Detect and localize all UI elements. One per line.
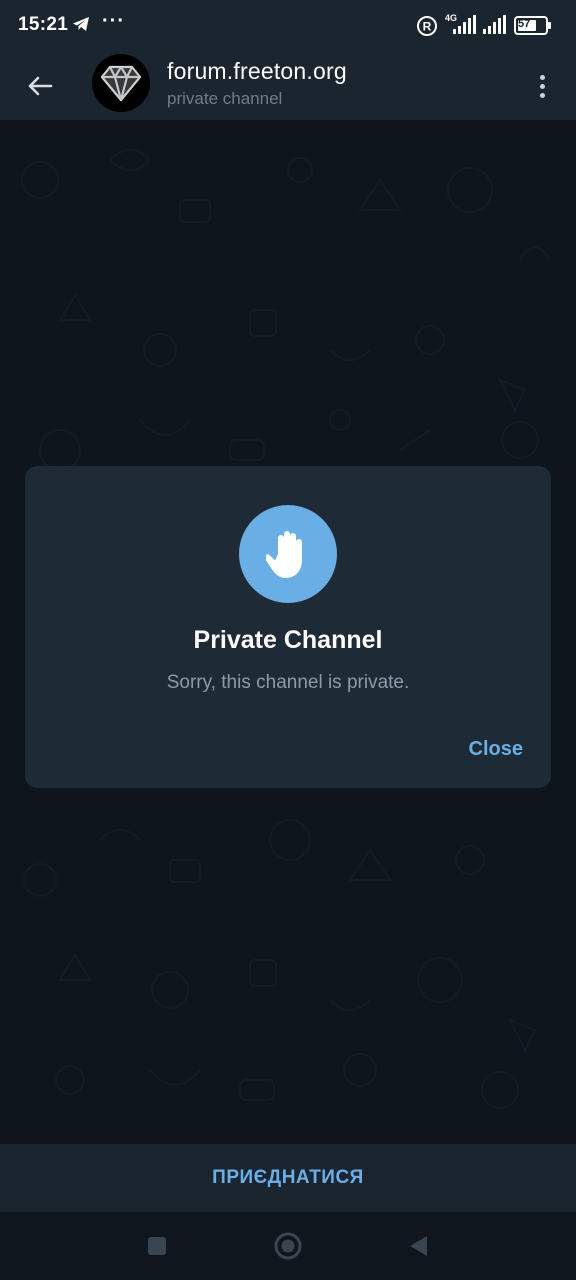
chat-header: forum.freeton.org private channel bbox=[0, 52, 576, 120]
registered-icon: R bbox=[416, 15, 438, 42]
recents-square-icon bbox=[148, 1237, 166, 1255]
dialog-message: Sorry, this channel is private. bbox=[166, 672, 410, 693]
private-channel-dialog: Private Channel Sorry, this channel is p… bbox=[25, 466, 551, 788]
telegram-screen: 15:21 ··· R 4G 57 forum.freeton.org priv… bbox=[0, 0, 576, 1280]
overflow-dots: ··· bbox=[102, 10, 125, 32]
signal-icon bbox=[482, 14, 508, 41]
telegram-icon bbox=[72, 16, 90, 37]
system-nav-bar bbox=[0, 1212, 576, 1280]
channel-avatar[interactable] bbox=[92, 54, 150, 112]
status-bar: 15:21 ··· R 4G 57 bbox=[0, 0, 576, 52]
recents-button[interactable] bbox=[141, 1230, 173, 1262]
hand-stop-icon bbox=[239, 505, 337, 603]
home-circle-icon bbox=[274, 1232, 302, 1260]
diamond-logo bbox=[92, 54, 150, 112]
battery-level: 57 bbox=[518, 18, 531, 30]
back-triangle-icon bbox=[410, 1236, 427, 1256]
network-type-label: 4G bbox=[445, 13, 458, 23]
more-vertical-icon bbox=[539, 74, 545, 80]
arrow-left-icon bbox=[28, 76, 53, 96]
back-button[interactable] bbox=[18, 64, 62, 108]
back-nav-button[interactable] bbox=[402, 1230, 434, 1262]
channel-subtitle: private channel bbox=[167, 89, 283, 108]
close-button[interactable]: Close bbox=[469, 738, 523, 761]
join-channel-label: ПРИЄДНАТИСЯ bbox=[212, 1167, 364, 1188]
home-button[interactable] bbox=[272, 1230, 304, 1262]
more-options-button[interactable] bbox=[528, 66, 556, 106]
join-channel-button[interactable]: ПРИЄДНАТИСЯ bbox=[0, 1144, 576, 1212]
svg-text:R: R bbox=[423, 20, 432, 34]
channel-title[interactable]: forum.freeton.org bbox=[167, 58, 347, 85]
dialog-title: Private Channel bbox=[193, 626, 383, 654]
status-time: 15:21 bbox=[18, 14, 69, 35]
